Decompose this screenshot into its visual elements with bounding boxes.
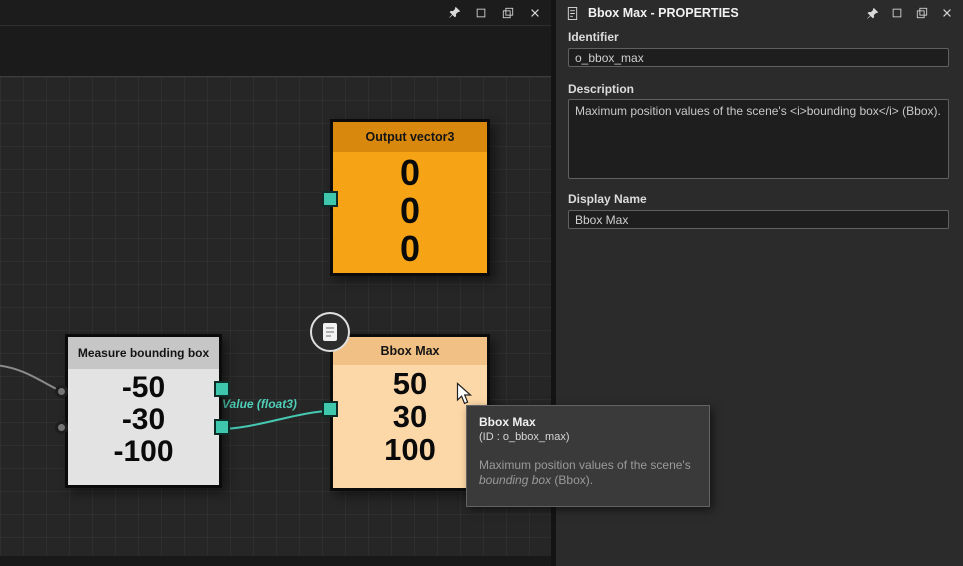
document-icon — [563, 4, 581, 22]
display-name-label: Display Name — [568, 192, 647, 206]
output-port[interactable] — [214, 419, 230, 435]
identifier-field[interactable] — [568, 48, 949, 67]
node-title: Bbox Max — [333, 337, 487, 365]
node-values: 50 30 100 — [333, 365, 487, 466]
input-port[interactable] — [55, 385, 68, 398]
node-value: -100 — [113, 435, 174, 468]
node-value: -30 — [121, 403, 166, 436]
identifier-label: Identifier — [568, 30, 619, 44]
display-name-field[interactable] — [568, 210, 949, 229]
tooltip-id: (ID : o_bbox_max) — [479, 431, 570, 443]
pin-icon[interactable] — [863, 4, 881, 22]
node-value: 0 — [399, 152, 421, 193]
input-port[interactable] — [322, 401, 338, 417]
node-values: 0 0 0 — [333, 152, 487, 268]
pin-icon[interactable] — [445, 4, 463, 22]
description-field[interactable]: Maximum position values of the scene's <… — [568, 99, 949, 179]
input-port[interactable] — [55, 421, 68, 434]
properties-panel-title: Bbox Max - PROPERTIES — [588, 6, 739, 20]
app-window: Value (float3) Output vector3 0 0 0 Meas… — [0, 0, 963, 566]
node-value: 0 — [399, 228, 421, 269]
node-title: Output vector3 — [333, 122, 487, 152]
close-icon[interactable] — [938, 4, 956, 22]
close-icon[interactable] — [526, 4, 544, 22]
description-label: Description — [568, 82, 635, 96]
tooltip-title: Bbox Max — [479, 415, 536, 429]
properties-header: Bbox Max - PROPERTIES — [556, 0, 963, 26]
input-port[interactable] — [322, 191, 338, 207]
node-output-vector3[interactable]: Output vector3 0 0 0 — [322, 119, 490, 276]
popout-icon[interactable] — [913, 4, 931, 22]
tooltip-description: Maximum position values of the scene's b… — [479, 458, 691, 487]
document-badge-icon[interactable] — [310, 312, 350, 352]
popout-icon[interactable] — [499, 4, 517, 22]
wire-label: Value (float3) — [222, 397, 297, 411]
output-port[interactable] — [214, 381, 230, 397]
node-value: -50 — [121, 371, 166, 404]
node-value: 100 — [384, 432, 436, 467]
node-values: -50 -30 -100 — [68, 369, 219, 468]
graph-panel-toolbar — [0, 0, 551, 26]
node-value: 0 — [399, 190, 421, 231]
mouse-cursor-icon — [456, 382, 473, 411]
node-tooltip: Bbox Max (ID : o_bbox_max) Maximum posit… — [466, 405, 710, 507]
node-measure-bounding-box[interactable]: Measure bounding box -50 -30 -100 — [55, 334, 230, 488]
restore-icon[interactable] — [888, 4, 906, 22]
node-title: Measure bounding box — [68, 337, 219, 369]
value-wire — [218, 410, 333, 430]
graph-panel-footer — [0, 556, 551, 566]
restore-icon[interactable] — [472, 4, 490, 22]
